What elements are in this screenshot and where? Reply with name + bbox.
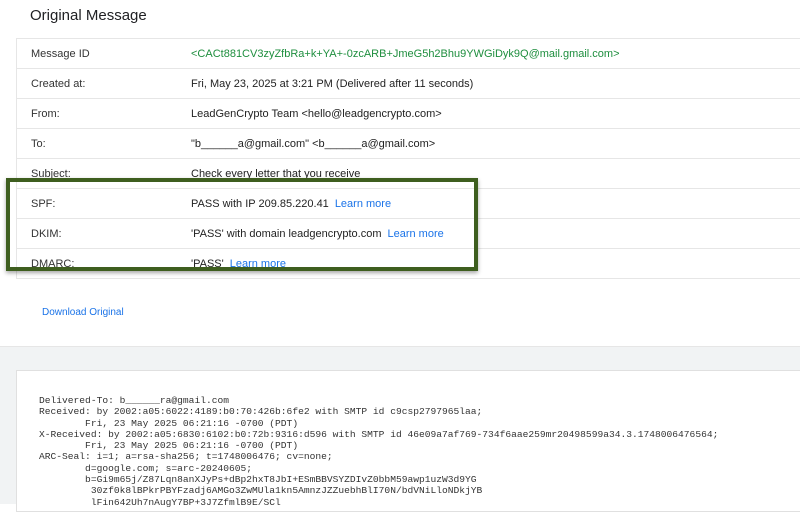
raw-line: Received: by 2002:a05:6022:4189:b0:70:42…	[39, 406, 483, 418]
header-value: 'PASS' with domain leadgencrypto.com	[191, 227, 382, 240]
raw-line: 30zf0k8lBPkrPBYFzadj6AMGo3ZwMUla1kn5Amnz…	[39, 485, 483, 497]
header-key: Subject:	[31, 167, 71, 180]
header-value: "b______a@gmail.com" <b______a@gmail.com…	[191, 137, 436, 150]
raw-line: Fri, 23 May 2025 06:21:16 -0700 (PDT)	[39, 440, 299, 452]
header-row-dkim: DKIM: 'PASS' with domain leadgencrypto.c…	[16, 219, 800, 249]
header-key: To:	[31, 137, 46, 150]
raw-line: b=Gi9m65j/Z87Lqn8anXJyPs+dBp2hxT8JbI+ESm…	[39, 474, 477, 486]
header-row-to: To: "b______a@gmail.com" <b______a@gmail…	[16, 129, 800, 159]
header-key: DMARC:	[31, 257, 75, 270]
header-row-dmarc: DMARC: 'PASS' Learn more	[16, 249, 800, 279]
dmarc-learn-more-link[interactable]: Learn more	[230, 258, 286, 270]
header-key: SPF:	[31, 197, 56, 210]
header-value: <CACt881CV3zyZfbRa+k+YA+-0zcARB+JmeG5h2B…	[191, 47, 620, 60]
header-row-created-at: Created at: Fri, May 23, 2025 at 3:21 PM…	[16, 69, 800, 99]
dkim-learn-more-link[interactable]: Learn more	[387, 228, 443, 240]
raw-line: d=google.com; s=arc-20240605;	[39, 462, 253, 474]
header-value: Fri, May 23, 2025 at 3:21 PM (Delivered …	[191, 77, 474, 90]
raw-line: Fri, 23 May 2025 06:21:16 -0700 (PDT)	[39, 417, 299, 429]
header-value: PASS with IP 209.85.220.41	[191, 197, 329, 210]
header-key: DKIM:	[31, 227, 62, 240]
header-row-subject: Subject: Check every letter that you rec…	[16, 159, 800, 189]
header-row-from: From: LeadGenCrypto Team <hello@leadgenc…	[16, 99, 800, 129]
raw-line: ARC-Seal: i=1; a=rsa-sha256; t=174800647…	[39, 451, 333, 463]
raw-message-source[interactable]: Delivered-To: b______ra@gmail.com Receiv…	[16, 370, 800, 512]
header-row-spf: SPF: PASS with IP 209.85.220.41 Learn mo…	[16, 189, 800, 219]
raw-line: lFin642Uh7nAugY7BP+3J7ZfmlB9E/SCl	[39, 496, 281, 508]
header-value: 'PASS'	[191, 257, 224, 270]
download-original-link[interactable]: Download Original	[42, 307, 124, 318]
header-key: Message ID	[31, 47, 90, 60]
header-row-message-id: Message ID <CACt881CV3zyZfbRa+k+YA+-0zcA…	[16, 39, 800, 69]
spf-learn-more-link[interactable]: Learn more	[335, 198, 391, 210]
header-key: Created at:	[31, 77, 86, 90]
message-headers-table: Message ID <CACt881CV3zyZfbRa+k+YA+-0zcA…	[16, 38, 800, 279]
raw-line: Delivered-To: b______ra@gmail.com	[39, 395, 229, 406]
page-title: Original Message	[30, 7, 147, 24]
raw-line: X-Received: by 2002:a05:6830:6102:b0:72b…	[39, 428, 719, 440]
header-value: Check every letter that you receive	[191, 167, 361, 180]
header-value: LeadGenCrypto Team <hello@leadgencrypto.…	[191, 107, 442, 120]
header-key: From:	[31, 107, 60, 120]
